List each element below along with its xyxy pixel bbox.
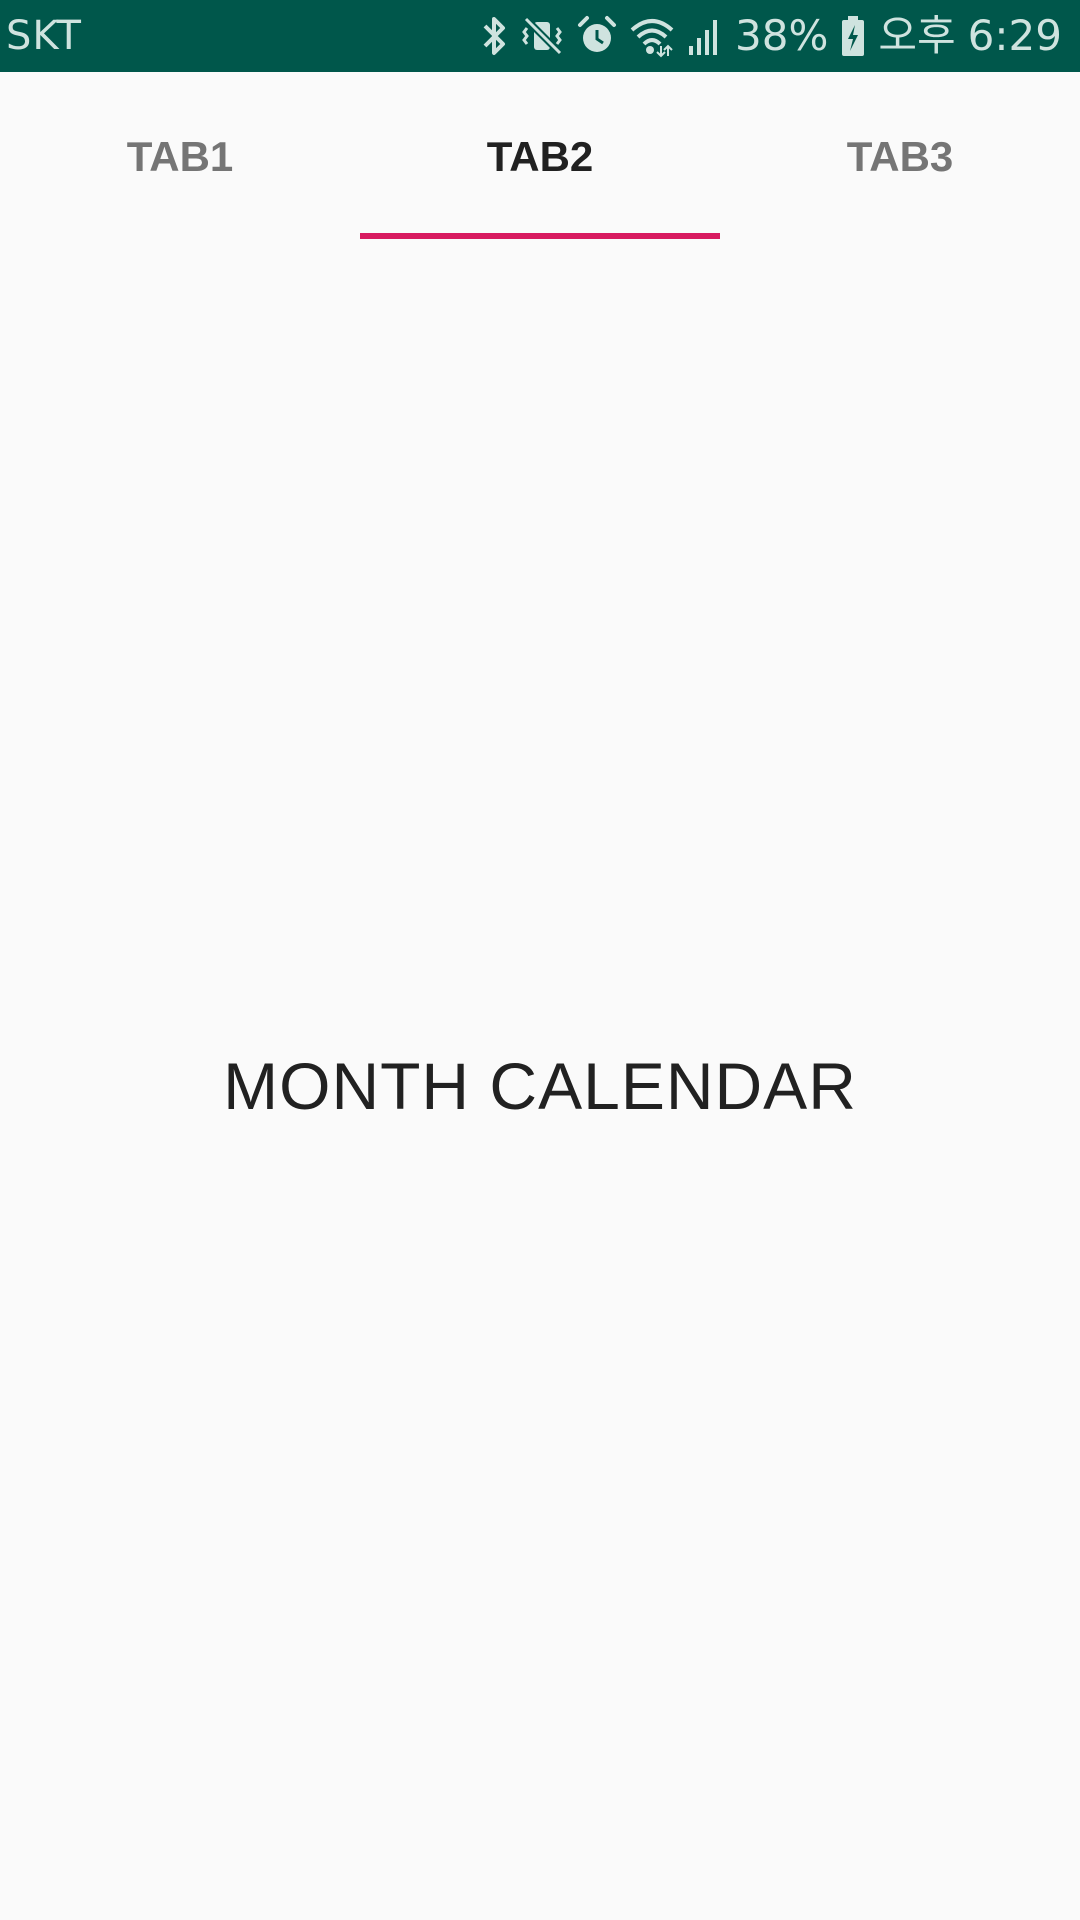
- vibrate-muted-icon: [521, 14, 565, 58]
- bluetooth-icon: [481, 14, 509, 58]
- carrier-label: SKT: [6, 13, 82, 59]
- status-bar: SKT 38% 오후 6:29: [0, 0, 1080, 72]
- status-icons: 38% 오후 6:29: [481, 14, 1062, 58]
- tab-content: MONTH CALENDAR: [0, 240, 1080, 1920]
- clock-ampm: 오후: [878, 11, 956, 60]
- wifi-icon: [629, 14, 675, 58]
- battery-percent: 38%: [735, 11, 829, 60]
- tab-1[interactable]: TAB1: [0, 72, 360, 240]
- signal-icon: [687, 14, 723, 58]
- clock-time: 6:29: [967, 11, 1062, 60]
- tab-indicator: [360, 233, 720, 239]
- alarm-icon: [577, 14, 617, 58]
- battery-charging-icon: [840, 14, 866, 58]
- tab-bar: TAB1 TAB2 TAB3: [0, 72, 1080, 240]
- tab-3[interactable]: TAB3: [720, 72, 1080, 240]
- tab-2[interactable]: TAB2: [360, 72, 720, 240]
- month-calendar-label: MONTH CALENDAR: [223, 1049, 857, 1123]
